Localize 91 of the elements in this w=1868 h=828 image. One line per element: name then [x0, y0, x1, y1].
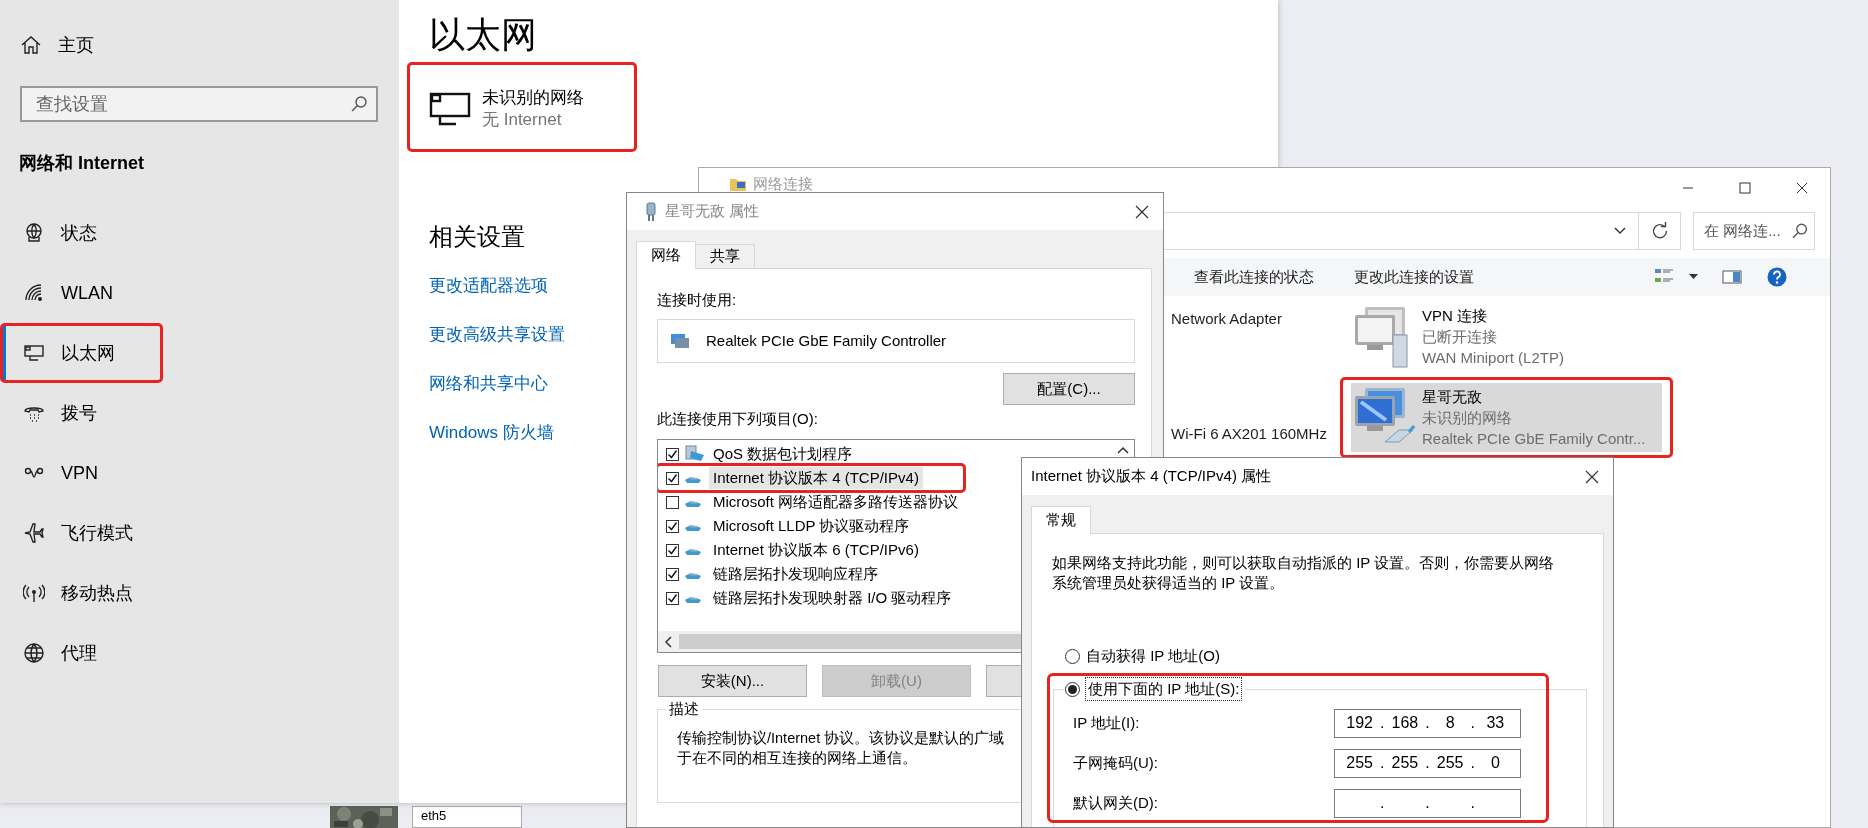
home-icon — [20, 34, 42, 56]
toolbar-button[interactable]: 更改此连接的设置 — [1354, 265, 1474, 289]
network-status: 无 Internet — [482, 109, 563, 131]
connection-name[interactable]: Network Adapter — [1171, 308, 1282, 329]
caret-icon[interactable] — [1689, 274, 1698, 280]
checkbox[interactable] — [666, 591, 679, 605]
page-title: 以太网 — [429, 13, 538, 57]
wifi-icon — [23, 282, 45, 304]
sidebar-item[interactable]: 状态 — [3, 206, 160, 260]
sidebar-item[interactable]: WLAN — [3, 266, 160, 320]
refresh-button[interactable] — [1639, 212, 1681, 250]
window-title: 星哥无敌 属性 — [665, 201, 760, 222]
adapter-field: Realtek PCIe GbE Family Controller — [657, 319, 1135, 363]
close-icon — [1795, 182, 1808, 194]
connection-status: 未识别的网络 — [1422, 408, 1513, 428]
scroll-left-icon[interactable] — [664, 635, 674, 648]
dialog-button[interactable]: 安装(N)... — [658, 665, 807, 697]
adapter-icon — [645, 201, 657, 222]
list-item[interactable]: QoS 数据包计划程序 — [658, 442, 1134, 466]
configure-button[interactable]: 配置(C)... — [1003, 373, 1135, 405]
link[interactable]: Windows 防火墙 — [429, 418, 554, 448]
radio-button[interactable]: 使用下面的 IP 地址(S): — [1065, 678, 1246, 700]
close-icon — [1585, 469, 1599, 484]
sidebar-item[interactable]: 拨号 — [3, 386, 160, 440]
ip-address-field[interactable]: 192 . 168 . 8 . 33 — [1334, 708, 1521, 738]
window-title: Internet 协议版本 4 (TCP/IPv4) 属性 — [1031, 466, 1272, 487]
help-icon[interactable] — [1767, 267, 1787, 287]
airplane-icon — [23, 522, 45, 544]
connection-item[interactable]: VPN 连接 已断开连接 WAN Miniport (L2TP) — [1351, 302, 1662, 371]
search-icon — [1790, 222, 1808, 240]
sidebar-item[interactable]: 以太网 — [3, 326, 160, 380]
description-text: 于在不同的相互连接的网络上通信。 — [677, 749, 917, 768]
dropdown-icon — [1614, 227, 1626, 235]
sidebar-item[interactable]: 代理 — [3, 626, 160, 680]
field-label: 子网掩码(U): — [1073, 752, 1159, 773]
monitor-icon — [428, 90, 472, 128]
field-label: 此连接使用下列项目(O): — [657, 409, 818, 429]
link[interactable]: 更改适配器选项 — [429, 271, 548, 301]
device-name: WAN Miniport (L2TP) — [1422, 348, 1564, 368]
checkbox[interactable] — [666, 519, 679, 533]
connection-item[interactable]: 星哥无敌 未识别的网络 Realtek PCIe GbE Family Contr... — [1351, 383, 1662, 452]
connection-name: VPN 连接 — [1422, 306, 1488, 326]
section-heading: 网络和 Internet — [18, 151, 145, 175]
globe-icon — [23, 642, 45, 664]
link[interactable]: 网络和共享中心 — [429, 369, 548, 399]
description-text: 传输控制协议/Internet 协议。该协议是默认的广域 — [677, 729, 1005, 748]
home-link[interactable]: 主页 — [0, 15, 200, 75]
sidebar-item[interactable]: 飞行模式 — [3, 506, 160, 560]
ip-address-field[interactable]: 255 . 255 . 255 . 0 — [1334, 748, 1521, 778]
service-icon — [683, 445, 705, 463]
connection-name[interactable]: Wi-Fi 6 AX201 160MHz — [1171, 423, 1327, 444]
checkbox[interactable] — [666, 567, 679, 581]
checkbox[interactable] — [666, 471, 679, 485]
device-name: Realtek PCIe GbE Family Contr... — [1422, 429, 1646, 449]
sidebar-item[interactable]: 移动热点 — [3, 566, 160, 620]
search-icon — [350, 95, 368, 113]
search-field[interactable]: 查找设置 — [34, 89, 350, 119]
search-box[interactable]: 查找设置 — [20, 86, 378, 122]
field-label: 默认网关(D): — [1073, 792, 1159, 813]
monitor-icon — [23, 342, 45, 364]
text-field[interactable]: eth5 — [412, 806, 522, 828]
link[interactable]: 更改高级共享设置 — [429, 320, 565, 350]
field-label: IP 地址(I): — [1073, 712, 1141, 733]
sidebar-item[interactable]: VPN — [3, 446, 160, 500]
checkbox[interactable] — [666, 543, 679, 557]
section-heading: 相关设置 — [429, 222, 526, 252]
close-button[interactable] — [1585, 469, 1599, 484]
tab[interactable]: 常规 — [1031, 506, 1091, 534]
folder-icon — [729, 176, 747, 193]
scroll-up-icon[interactable] — [1116, 445, 1130, 455]
preview-pane-icon[interactable] — [1722, 270, 1742, 284]
connection-status: 已断开连接 — [1422, 327, 1498, 347]
toolbar-button[interactable]: 查看此连接的状态 — [1194, 265, 1314, 289]
maximize-icon — [1738, 182, 1751, 194]
checkbox[interactable] — [666, 447, 679, 461]
tab[interactable]: 网络 — [636, 241, 696, 269]
close-icon — [1135, 204, 1149, 219]
checkbox[interactable] — [666, 495, 679, 509]
ip-address-field[interactable]: . . . — [1334, 788, 1521, 818]
globe-monitor-icon — [23, 222, 45, 244]
close-button[interactable] — [1135, 204, 1149, 219]
tab[interactable]: 共享 — [695, 244, 755, 268]
description-text: 如果网络支持此功能，则可以获取自动指派的 IP 设置。否则，你需要从网络系统管理员处获得适当的 IP 设置。 — [1051, 553, 1556, 593]
antenna-icon — [23, 582, 45, 604]
connection-name: 星哥无敌 — [1422, 387, 1483, 407]
network-name: 未识别的网络 — [482, 87, 584, 109]
radio-button[interactable]: 自动获得 IP 地址(O) — [1065, 645, 1220, 667]
window-title: 网络连接 — [753, 174, 813, 194]
field-label: 连接时使用: — [657, 290, 737, 310]
refresh-icon — [1650, 222, 1669, 240]
network-card-icon — [670, 332, 690, 350]
